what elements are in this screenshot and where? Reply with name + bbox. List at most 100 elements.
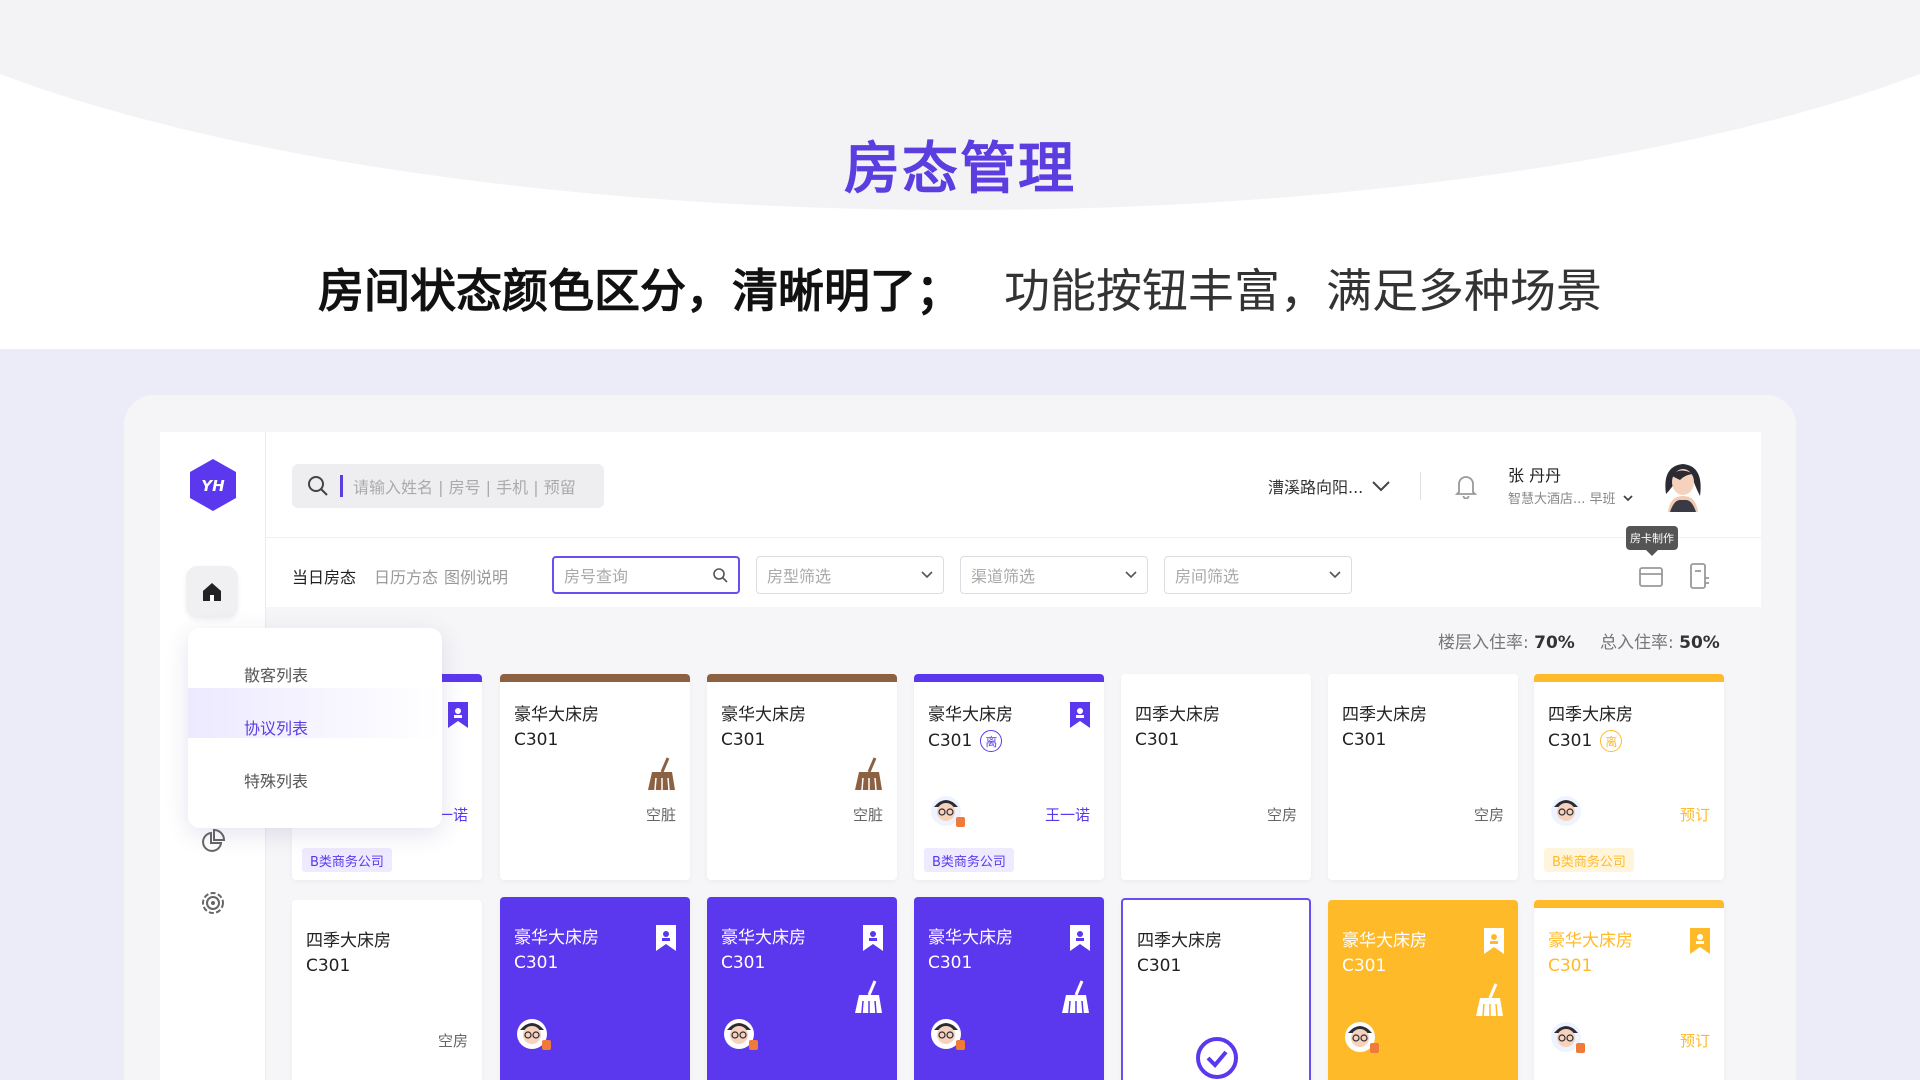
notification-bell-icon[interactable] — [1454, 473, 1478, 499]
status-strip — [707, 674, 897, 682]
guest-list-menu: 散客列表 协议列表 特殊列表 — [188, 628, 442, 828]
room-card-icon[interactable] — [1638, 562, 1664, 590]
room-number: C301 — [1342, 730, 1386, 750]
room-number-text: C301 — [721, 730, 766, 750]
departure-badge: 离 — [980, 730, 1003, 752]
key-card-icon[interactable] — [1686, 562, 1712, 590]
room-type: 豪华大床房 — [721, 705, 806, 725]
user-avatar[interactable] — [1656, 454, 1710, 512]
guest-avatar-icon — [724, 1019, 758, 1050]
chevron-down-icon — [1125, 571, 1137, 579]
channel-filter[interactable]: 渠道筛选 — [960, 556, 1148, 594]
tab-legend[interactable]: 图例说明 — [444, 564, 508, 588]
room-type: 四季大床房 — [1135, 705, 1220, 725]
room-card[interactable]: 豪华大床房 C301 离 王一诺 B类商务公司 — [914, 674, 1104, 880]
hero-subtitle: 房间状态颜色区分，清晰明了； 功能按钮丰富，满足多种场景 — [0, 255, 1920, 321]
room-number: C301 — [1548, 956, 1592, 976]
room-card[interactable]: 豪华大床房 C301 预订 — [1534, 900, 1724, 1080]
room-status: 预订 — [1679, 806, 1710, 824]
room-card[interactable]: 豪华大床房 C301 空脏 — [500, 674, 690, 880]
status-strip — [914, 674, 1104, 682]
hotel-selector[interactable]: 漕溪路向阳... — [1268, 474, 1391, 498]
brand-logo-icon[interactable]: YH — [188, 458, 238, 512]
room-card[interactable]: 四季大床房 C301 空房 — [1328, 674, 1518, 880]
room-card-selected[interactable]: 四季大床房 C301 — [1121, 898, 1311, 1080]
room-card-tooltip: 房卡制作 — [1626, 526, 1678, 556]
user-name: 张 丹丹 — [1508, 466, 1562, 485]
menu-item-special-list[interactable]: 特殊列表 — [244, 768, 308, 792]
tab-today-status[interactable]: 当日房态 — [292, 564, 356, 588]
room-number-text: C301 — [928, 953, 973, 973]
room-number: C301 — [721, 730, 765, 750]
room-number-text: C301 — [721, 953, 766, 973]
room-number-text: C301 — [1548, 731, 1593, 751]
room-type-filter-label: 房型筛选 — [767, 567, 832, 586]
room-status: 空房 — [1266, 806, 1297, 824]
room-card[interactable]: 豪华大床房 C301 — [500, 897, 690, 1080]
chevron-down-icon — [1372, 481, 1390, 492]
menu-item-agreement-list[interactable]: 协议列表 — [244, 715, 308, 739]
room-number-search-input[interactable]: 房号查询 — [552, 556, 740, 594]
menu-item-walkin-list[interactable]: 散客列表 — [244, 662, 308, 686]
chevron-down-icon — [921, 571, 933, 579]
pie-chart-icon[interactable] — [200, 828, 226, 854]
total-occupancy: 总入住率: 50% — [1600, 628, 1720, 653]
guest-avatar-icon — [1551, 1022, 1585, 1053]
room-card[interactable]: 豪华大床房 C301 空脏 — [707, 674, 897, 880]
room-card[interactable]: 豪华大床房 C301 — [1328, 900, 1518, 1080]
hotel-name: 漕溪路向阳... — [1268, 478, 1364, 497]
room-type: 四季大床房 — [1548, 705, 1633, 725]
filter-bar: 当日房态 日历方态 图例说明 房号查询 房型筛选 渠道筛选 房间筛选 房卡制作 — [266, 526, 1761, 607]
company-tag: B类商务公司 — [924, 848, 1014, 872]
floor-occupancy: 楼层入住率: 70% — [1438, 628, 1575, 653]
room-number: C301 — [514, 953, 558, 973]
home-button[interactable] — [186, 566, 238, 618]
total-occupancy-value: 50% — [1679, 633, 1720, 653]
room-number-text: C301 — [1342, 956, 1387, 976]
tab-calendar-status[interactable]: 日历方态 — [374, 564, 438, 588]
room-number-text: C301 — [928, 731, 973, 751]
bookmark-icon — [1484, 928, 1504, 954]
user-shift-selector[interactable]: 智慧大酒店... 早班 — [1508, 488, 1634, 507]
guest-avatar-icon — [931, 796, 965, 827]
room-type: 豪华大床房 — [514, 928, 599, 948]
hero-subtitle-light: 功能按钮丰富，满足多种场景 — [1004, 264, 1602, 318]
hero-title: 房态管理 — [844, 137, 1076, 202]
departure-badge: 离 — [1600, 730, 1623, 752]
room-status: 一诺 — [437, 806, 468, 824]
user-shift: 智慧大酒店... 早班 — [1508, 492, 1616, 507]
bookmark-icon — [1070, 925, 1090, 951]
room-card[interactable]: 豪华大床房 C301 — [707, 897, 897, 1080]
search-placeholder: 请输入姓名 | 房号 | 手机 | 预留 — [353, 478, 576, 497]
room-type: 豪华大床房 — [1342, 931, 1427, 951]
guest-avatar-icon — [1345, 1022, 1379, 1053]
room-card[interactable]: 四季大床房 C301 空房 — [1121, 674, 1311, 880]
room-type: 豪华大床房 — [928, 928, 1013, 948]
room-card[interactable]: 四季大床房 C301 离 预订 B类商务公司 — [1534, 674, 1724, 880]
room-number-text: C301 — [1548, 956, 1593, 976]
company-tag: B类商务公司 — [1544, 848, 1634, 872]
search-icon — [308, 476, 328, 496]
room-number-text: C301 — [1135, 730, 1180, 750]
check-circle-icon — [1196, 1037, 1238, 1079]
room-number-text: C301 — [1137, 956, 1182, 976]
room-number: C301 — [306, 956, 350, 976]
bookmark-icon — [1690, 928, 1710, 954]
room-type: 豪华大床房 — [928, 705, 1013, 725]
bookmark-icon — [448, 702, 468, 728]
broom-icon — [1476, 983, 1503, 1017]
floor-occupancy-value: 70% — [1534, 633, 1575, 653]
broom-icon — [855, 980, 882, 1014]
guest-search-input[interactable]: 请输入姓名 | 房号 | 手机 | 预留 — [292, 464, 604, 508]
text-cursor — [340, 475, 343, 497]
guest-name: 王一诺 — [1044, 806, 1090, 824]
room-number: C301 — [928, 953, 972, 973]
total-occupancy-label: 总入住率: — [1600, 633, 1674, 653]
room-type: 豪华大床房 — [1548, 931, 1633, 951]
room-filter[interactable]: 房间筛选 — [1164, 556, 1352, 594]
room-number: C301 — [721, 953, 765, 973]
room-card[interactable]: 豪华大床房 C301 — [914, 897, 1104, 1080]
room-type-filter[interactable]: 房型筛选 — [756, 556, 944, 594]
room-card[interactable]: 四季大床房 C301 空房 — [292, 900, 482, 1080]
settings-icon[interactable] — [200, 890, 226, 916]
